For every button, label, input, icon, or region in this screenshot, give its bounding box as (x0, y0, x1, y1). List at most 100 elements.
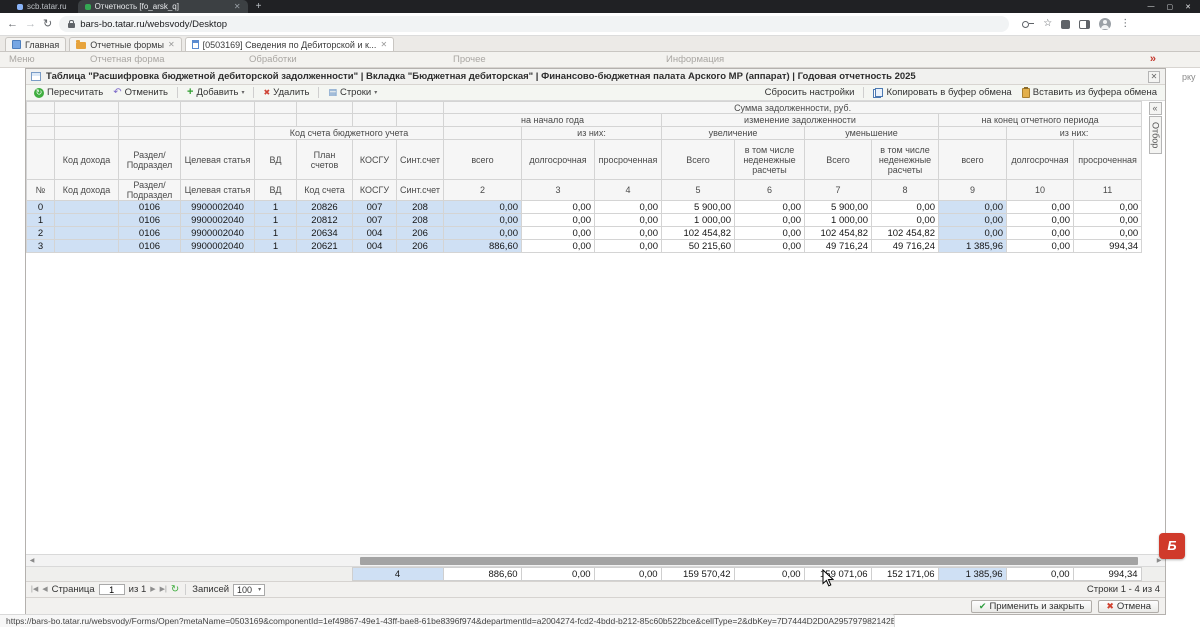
grid-cell[interactable]: 5 900,00 (661, 200, 735, 214)
grid-cell[interactable]: 0,00 (443, 213, 522, 227)
grid-cell[interactable]: 5 900,00 (804, 200, 872, 214)
tab-close-icon[interactable]: ✕ (380, 40, 387, 49)
grid-cell[interactable]: 102 454,82 (661, 226, 735, 240)
menu-collapse-icon[interactable]: » (1150, 53, 1156, 65)
grid-cell[interactable]: 0,00 (521, 239, 595, 253)
scroll-left-icon[interactable]: ◀ (27, 556, 37, 566)
bars-logo[interactable]: Б (1159, 533, 1185, 559)
collapse-panel-icon[interactable]: « (1148, 102, 1162, 115)
grid-cell[interactable]: 0106 (118, 226, 181, 240)
rows-menu-button[interactable]: ▤ Строки ▾ (325, 87, 380, 98)
grid-cell[interactable]: 9900002040 (180, 200, 255, 214)
app-tab-home[interactable]: Главная (5, 37, 67, 51)
grid-cell[interactable]: 0,00 (594, 213, 662, 227)
grid-cell[interactable]: 0,00 (443, 200, 522, 214)
table-row[interactable]: 3 0106 9900002040 1 20621 004 206 886,60 0,00 0,0… (26, 239, 1143, 253)
grid-cell[interactable]: 0,00 (938, 226, 1007, 240)
grid-cell[interactable]: 1 (254, 213, 297, 227)
grid-cell[interactable]: 0,00 (594, 200, 662, 214)
reset-settings-button[interactable]: Сбросить настройки (762, 87, 858, 98)
scrollbar-thumb[interactable] (360, 557, 1138, 565)
grid-cell[interactable]: 0 (26, 200, 55, 214)
tab-close-icon[interactable]: ✕ (168, 40, 175, 49)
side-panel-icon[interactable] (1079, 19, 1091, 29)
paste-from-clipboard-button[interactable]: Вставить из буфера обмена (1019, 86, 1160, 98)
grid-cell[interactable]: 0,00 (1072, 226, 1143, 240)
grid-cell[interactable]: 0,00 (938, 200, 1007, 214)
grid-cell[interactable]: 1 (254, 200, 297, 214)
refresh-icon[interactable]: ↻ (171, 584, 179, 595)
back-icon[interactable]: ← (7, 18, 18, 30)
apply-and-close-button[interactable]: ✔ Применить и закрыть (970, 599, 1093, 613)
grid-cell[interactable]: 0,00 (1072, 213, 1143, 227)
grid-cell[interactable]: 0,00 (594, 239, 662, 253)
grid-cell[interactable]: 0106 (118, 213, 181, 227)
grid-cell[interactable]: 9900002040 (180, 213, 255, 227)
browser-tab-active[interactable]: Отчетность [fo_arsk_q] ✕ (77, 0, 248, 13)
tab-close-icon[interactable]: ✕ (234, 2, 241, 11)
grid-cell[interactable]: 206 (396, 226, 444, 240)
grid-cell[interactable]: 20634 (296, 226, 353, 240)
app-tab-report-forms[interactable]: Отчетные формы ✕ (69, 37, 182, 51)
extensions-puzzle-icon[interactable] (1061, 19, 1071, 29)
grid-cell[interactable]: 9900002040 (180, 239, 255, 253)
bookmark-star-icon[interactable]: ☆ (1043, 19, 1052, 29)
grid-cell[interactable]: 1 000,00 (661, 213, 735, 227)
address-bar[interactable]: bars-bo.tatar.ru/websvody/Desktop (59, 16, 1010, 32)
grid-cell[interactable]: 20812 (296, 213, 353, 227)
maximize-button[interactable]: ▢ (1167, 3, 1174, 11)
menu-item-menu[interactable]: Меню (9, 54, 35, 65)
copy-to-clipboard-button[interactable]: Копировать в буфер обмена (870, 87, 1014, 98)
grid-cell[interactable]: 007 (352, 200, 397, 214)
grid-cell[interactable]: 0106 (118, 200, 181, 214)
grid-cell[interactable] (54, 239, 119, 253)
grid-cell[interactable]: 1 (254, 226, 297, 240)
grid-cell[interactable]: 0,00 (521, 200, 595, 214)
grid-cell[interactable]: 0,00 (521, 226, 595, 240)
add-button[interactable]: + Добавить ▾ (184, 87, 247, 99)
menu-item-report-form[interactable]: Отчетная форма (90, 54, 165, 65)
grid-cell[interactable] (54, 213, 119, 227)
grid-cell[interactable]: 004 (352, 226, 397, 240)
menu-item-processing[interactable]: Обработки (249, 54, 297, 65)
password-key-icon[interactable] (1022, 20, 1035, 28)
app-tab-0503169[interactable]: [0503169] Сведения по Дебиторской и к...… (184, 37, 395, 51)
grid-cell[interactable]: 20826 (296, 200, 353, 214)
reload-icon[interactable]: ↻ (43, 18, 52, 30)
grid-cell[interactable]: 0,00 (734, 213, 805, 227)
minimize-button[interactable]: — (1148, 3, 1155, 10)
grid-cell[interactable]: 1 385,96 (938, 239, 1007, 253)
table-row[interactable]: 1 0106 9900002040 1 20812 007 208 0,00 0,00 0,00 1… (26, 213, 1143, 227)
grid-cell[interactable]: 1 (254, 239, 297, 253)
horizontal-scrollbar[interactable]: ◀ ▶ (26, 554, 1165, 566)
grid-cell[interactable]: 3 (26, 239, 55, 253)
table-row[interactable]: 0 0106 9900002040 1 20826 007 208 0,00 0,00 0,00 5… (26, 200, 1143, 214)
grid-cell[interactable]: 0,00 (594, 226, 662, 240)
grid-cell[interactable]: 0,00 (443, 226, 522, 240)
grid-cell[interactable]: 0106 (118, 239, 181, 253)
grid-cell[interactable]: 2 (26, 226, 55, 240)
grid-cell[interactable]: 0,00 (938, 213, 1007, 227)
browser-tab-inactive[interactable]: scb.tatar.ru (10, 0, 74, 13)
grid-cell[interactable]: 0,00 (1006, 239, 1074, 253)
grid-cell[interactable]: 0,00 (1006, 213, 1074, 227)
table-row[interactable]: 2 0106 9900002040 1 20634 004 206 0,00 0,00 0,00 1… (26, 226, 1143, 240)
grid-cell[interactable]: 9900002040 (180, 226, 255, 240)
grid-cell[interactable]: 0,00 (871, 213, 939, 227)
grid-cell[interactable]: 007 (352, 213, 397, 227)
records-per-page-select[interactable]: 100 ▾ (233, 583, 266, 596)
menu-item-info[interactable]: Информация (666, 54, 724, 65)
profile-avatar[interactable] (1099, 18, 1112, 30)
grid-cell[interactable]: 0,00 (734, 226, 805, 240)
browser-menu-icon[interactable]: ⋮ (1120, 19, 1130, 29)
grid-cell[interactable]: 208 (396, 200, 444, 214)
cancel-button[interactable]: ✖ Отмена (1098, 599, 1159, 613)
next-page-icon[interactable]: ▶ (150, 586, 155, 593)
page-input[interactable] (98, 584, 125, 595)
menu-item-other[interactable]: Прочее (453, 54, 486, 65)
close-button[interactable]: ✕ (1185, 3, 1191, 11)
grid-cell[interactable]: 102 454,82 (871, 226, 939, 240)
grid-cell[interactable]: 0,00 (734, 200, 805, 214)
grid-cell[interactable]: 1 (26, 213, 55, 227)
delete-button[interactable]: ✖ Удалить (260, 87, 312, 98)
